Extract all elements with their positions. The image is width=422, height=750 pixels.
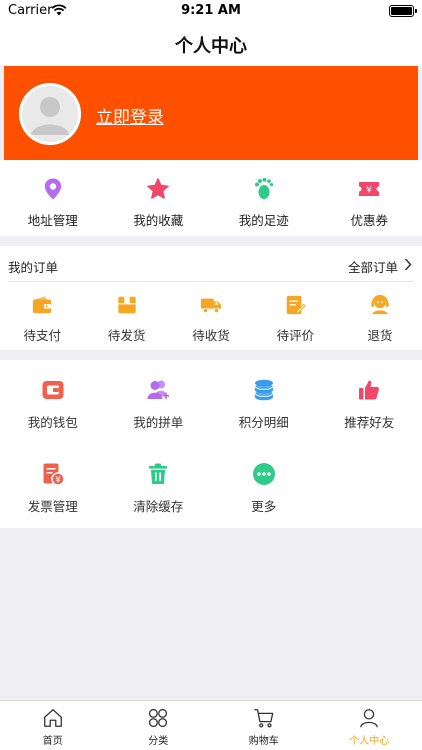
quick-link-favorites[interactable]: 我的收藏 [106,160,212,236]
service-label: 推荐好友 [344,415,395,430]
coupon-icon: ¥ [359,182,380,196]
service-clear-cache[interactable]: 清除缓存 [106,462,212,515]
services-row: 我的钱包 我的拼单 积分明细 推荐好友 [0,378,422,431]
truck-icon [200,298,222,314]
group-users-icon [147,380,170,399]
page-title: 个人中心 [175,36,247,57]
location-pin-icon [44,178,61,200]
order-returns[interactable]: 退货 [338,294,422,344]
more-icon [252,463,275,485]
service-label: 清除缓存 [133,499,184,514]
user-icon [360,709,379,728]
orders-header: 我的订单 全部订单 [8,246,414,282]
order-status-label: 待评价 [276,328,315,343]
trash-icon [149,463,168,484]
default-avatar-icon [19,83,81,145]
service-label: 更多 [251,499,277,514]
svg-text:¥: ¥ [366,186,372,196]
cart-icon [254,709,274,728]
service-points[interactable]: 积分明细 [211,378,317,431]
service-more[interactable]: 更多 [211,462,317,515]
tab-cart[interactable]: 购物车 [211,701,317,750]
tab-label: 购物车 [248,736,279,747]
star-icon [147,178,170,199]
quick-link-coupons[interactable]: ¥ 优惠券 [317,160,422,236]
profile-header: 立即登录 [4,66,418,160]
order-pending-shipment[interactable]: 待发货 [84,294,168,344]
orders-section: 我的订单 全部订单 待支付 待发货 待收货 待评价 退货 [0,246,422,350]
customer-service-icon [371,294,389,315]
tab-category[interactable]: 分类 [106,701,212,750]
quick-link-address[interactable]: 地址管理 [0,160,106,236]
category-icon [149,708,168,728]
review-icon [287,295,307,315]
all-orders-link[interactable]: 全部订单 [348,257,398,276]
login-link[interactable]: 立即登录 [96,103,164,128]
service-group-buy[interactable]: 我的拼单 [106,378,212,431]
tab-label: 个人中心 [349,736,390,747]
quick-link-label: 我的足迹 [238,213,289,228]
nav-bar: 个人中心 [0,22,422,66]
battery-icon [389,5,417,17]
service-wallet[interactable]: 我的钱包 [0,378,106,431]
quick-links: 地址管理 我的收藏 我的足迹 ¥ 优惠券 [0,160,422,236]
order-pending-payment[interactable]: 待支付 [0,294,84,344]
order-status-label: 待发货 [107,328,146,343]
order-status-label: 待收货 [192,328,230,343]
home-icon [43,709,62,727]
status-bar: Carrier 9:21 AM [0,0,422,22]
service-refer-friends[interactable]: 推荐好友 [317,378,422,431]
quick-link-label: 我的收藏 [133,213,184,228]
tab-bar: 首页 分类 购物车 个人中心 [0,700,422,750]
svg-text:¥: ¥ [55,475,61,485]
tab-label: 分类 [148,736,169,747]
database-icon [254,379,274,401]
services-row: ¥ 发票管理 清除缓存 更多 [0,462,422,515]
footprint-icon [254,177,273,199]
service-label: 发票管理 [27,499,78,514]
service-label: 积分明细 [238,415,289,430]
tab-home[interactable]: 首页 [0,701,106,750]
orders-title: 我的订单 [8,260,59,275]
order-status-label: 待支付 [23,328,61,343]
wallet-icon [42,381,64,399]
clock-time: 9:21 AM [181,3,241,18]
quick-link-label: 优惠券 [350,213,388,228]
quick-link-footprints[interactable]: 我的足迹 [211,160,317,236]
service-invoice[interactable]: ¥ 发票管理 [0,462,106,515]
quick-link-label: 地址管理 [27,213,78,228]
service-label: 我的拼单 [133,415,184,430]
chevron-right-icon[interactable] [404,258,412,271]
avatar[interactable] [19,83,81,145]
order-pending-receipt[interactable]: 待收货 [169,294,253,344]
package-icon [117,296,136,314]
tab-label: 首页 [42,736,63,747]
tab-profile[interactable]: 个人中心 [317,701,422,750]
services-grid: 我的钱包 我的拼单 积分明细 推荐好友 ¥ 发票管理 清除缓存 更多 [0,360,422,528]
order-status-row: 待支付 待发货 待收货 待评价 退货 [0,294,422,344]
wallet-icon [33,296,52,314]
thumbs-up-icon [359,380,380,400]
invoice-icon: ¥ [43,463,65,486]
order-pending-review[interactable]: 待评价 [253,294,337,344]
service-label: 我的钱包 [27,415,78,430]
order-status-label: 退货 [367,328,393,343]
